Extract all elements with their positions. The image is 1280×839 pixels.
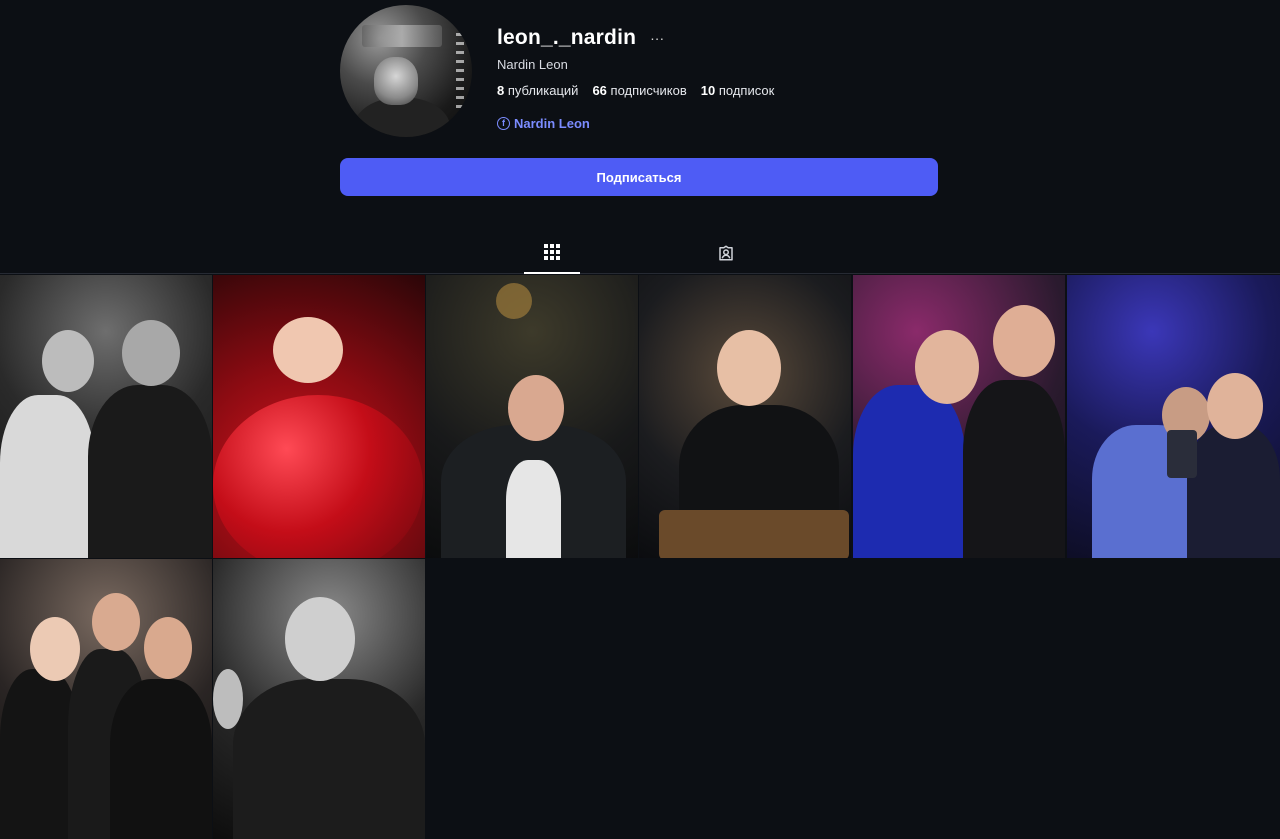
avatar-figure-face (374, 57, 418, 105)
photo-2[interactable] (213, 275, 425, 558)
photo-3[interactable] (426, 275, 638, 558)
photo-8[interactable] (213, 559, 425, 839)
photo-5-face-right (993, 305, 1055, 377)
posts-stat: 8 публикаций (497, 83, 578, 98)
tab-posts[interactable] (524, 232, 580, 274)
followers-count: 66 (592, 83, 607, 98)
photo-5-person-right (963, 380, 1065, 558)
more-options-icon[interactable]: ··· (650, 31, 664, 45)
photo-6-phone (1167, 430, 1197, 478)
photo-4[interactable] (639, 275, 851, 558)
following-count: 10 (700, 83, 716, 98)
photo-3-face (508, 375, 564, 441)
photo-1[interactable] (0, 275, 212, 558)
photo-8-hand (213, 669, 243, 729)
photo-1-person-right (88, 385, 212, 558)
photo-8-face (285, 597, 355, 681)
full-name: Nardin Leon (497, 57, 568, 72)
facebook-icon: f (497, 117, 510, 130)
following-stat[interactable]: 10 подписок (701, 83, 775, 98)
username: leon_._nardin (497, 26, 637, 49)
photo-3-lamp (496, 283, 532, 319)
profile-tabs (0, 232, 1280, 274)
avatar-background-sign (362, 25, 442, 47)
username-row: leon_._nardin ··· (497, 26, 664, 50)
photo-7-face-left (30, 617, 80, 681)
photo-1-person-left (0, 395, 95, 558)
photo-7-face-center (92, 593, 140, 651)
posts-label: публикаций (507, 83, 579, 98)
grid-icon (544, 244, 560, 260)
photo-2-face (273, 317, 343, 383)
photo-7-person-right (110, 679, 212, 839)
facebook-link[interactable]: f Nardin Leon (497, 116, 590, 131)
followers-label: подписчиков (610, 83, 687, 98)
photo-5-person-left (853, 385, 965, 558)
facebook-link-text: Nardin Leon (514, 116, 590, 131)
avatar[interactable] (340, 5, 472, 137)
tab-tagged[interactable] (698, 232, 754, 274)
photo-7[interactable] (0, 559, 212, 839)
profile-stats: 8 публикаций 66 подписчиков 10 подписок (497, 83, 774, 98)
posts-count: 8 (497, 83, 505, 98)
photo-6[interactable] (1067, 275, 1280, 558)
following-label: подписок (718, 83, 775, 98)
tagged-user-icon (719, 245, 733, 261)
avatar-background-lights (456, 15, 464, 115)
photo-1-face-left (42, 330, 94, 392)
photo-4-table (659, 510, 849, 558)
photo-5-face-left (915, 330, 979, 404)
photo-6-face-right (1207, 373, 1263, 439)
followers-stat[interactable]: 66 подписчиков (592, 83, 686, 98)
photo-2-heart-balloon (213, 395, 423, 558)
photo-1-face-right (122, 320, 180, 386)
photo-3-shirt (506, 460, 561, 558)
photo-5[interactable] (853, 275, 1065, 558)
photo-6-person-right (1187, 425, 1280, 558)
photo-7-face-right (144, 617, 192, 679)
follow-button[interactable]: Подписаться (340, 158, 938, 196)
profile-page: leon_._nardin ··· Nardin Leon 8 публикац… (0, 0, 1280, 839)
photo-8-person (233, 679, 425, 839)
photo-4-face (717, 330, 781, 406)
